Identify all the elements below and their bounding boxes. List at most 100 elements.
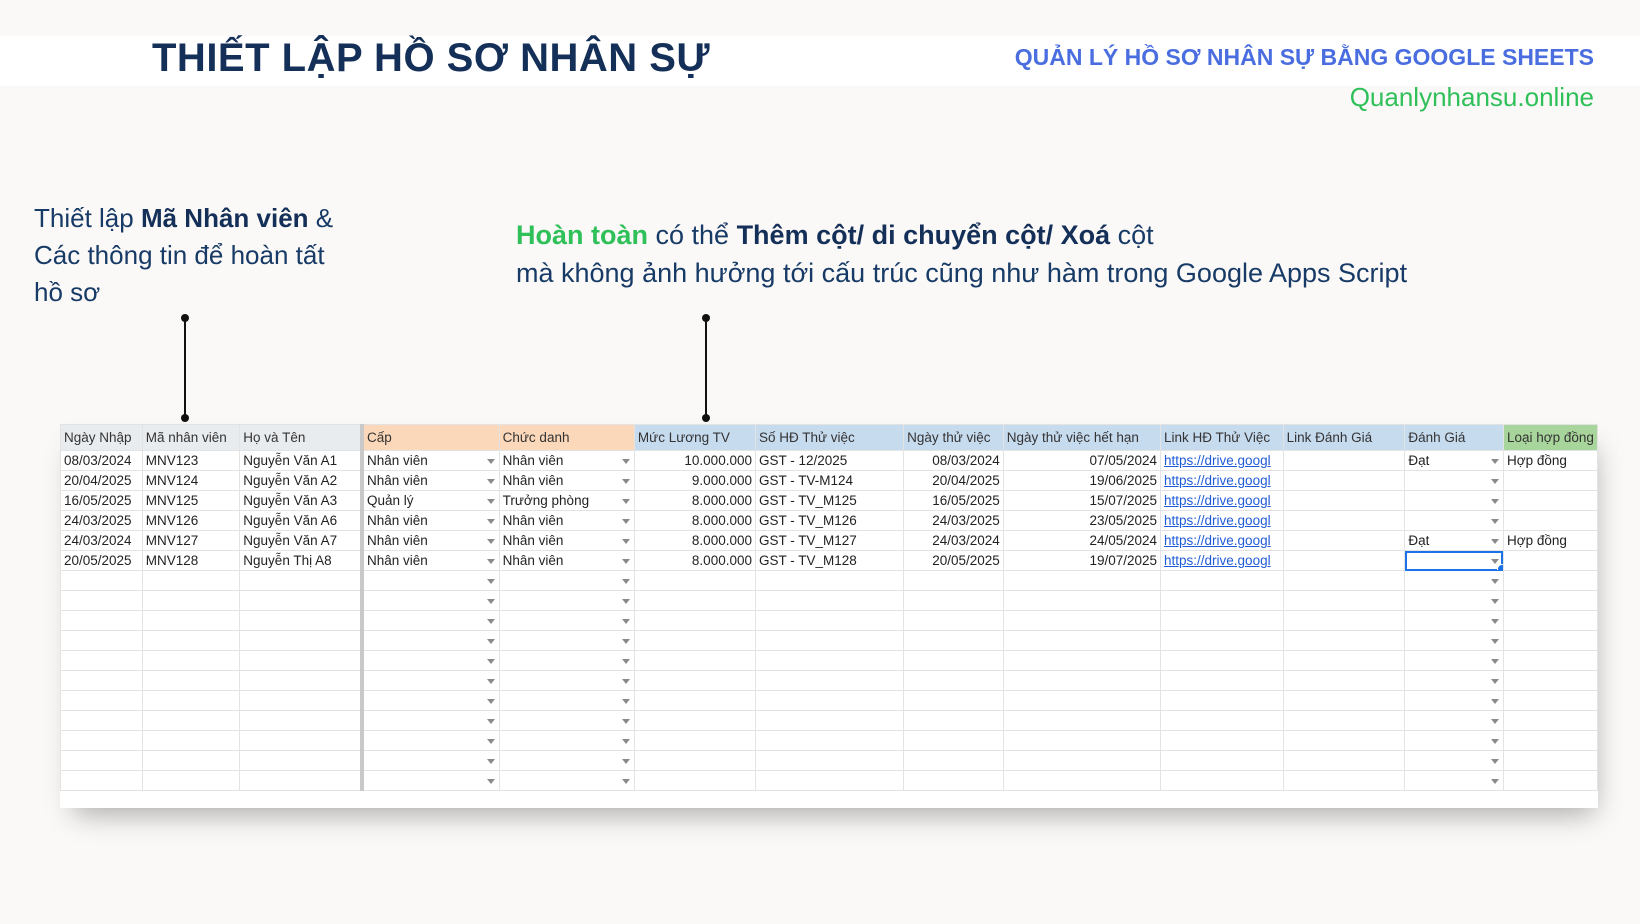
table-cell[interactable] [1282,750,1406,771]
table-cell[interactable] [1502,750,1598,771]
dropdown-cell[interactable] [361,590,500,611]
table-cell[interactable]: MNV126 [141,510,241,531]
dropdown-cell[interactable] [498,570,635,591]
table-cell[interactable]: 24/03/2024 [903,530,1004,551]
table-cell[interactable] [141,670,241,691]
dropdown-cell[interactable] [361,690,500,711]
table-cell[interactable] [60,570,143,591]
column-header[interactable]: Họ và Tên [239,424,364,451]
table-cell[interactable] [754,670,905,691]
table-cell[interactable]: GST - TV-M124 [754,470,905,491]
table-cell[interactable]: Nguyễn Văn A2 [239,470,364,491]
table-cell[interactable] [1282,770,1406,791]
table-cell[interactable] [1002,610,1162,631]
column-header[interactable]: Ngày Nhập [60,424,143,451]
table-cell[interactable] [633,730,756,751]
table-cell[interactable] [633,650,756,671]
table-cell[interactable] [633,710,756,731]
dropdown-cell[interactable] [361,730,500,751]
table-cell[interactable] [1502,670,1598,691]
table-cell[interactable]: MNV125 [141,490,241,511]
dropdown-cell[interactable] [361,610,500,631]
table-cell[interactable] [1002,750,1162,771]
table-cell[interactable] [141,690,241,711]
dropdown-cell[interactable] [1404,730,1504,751]
dropdown-cell[interactable]: Nhân viên [498,470,635,491]
dropdown-cell[interactable] [1404,470,1504,491]
column-header[interactable]: Loại hợp đồng [1502,424,1598,451]
dropdown-cell[interactable] [498,690,635,711]
table-cell[interactable] [1160,710,1284,731]
column-header[interactable]: Chức danh [498,424,635,451]
table-cell[interactable]: 8.000.000 [633,510,756,531]
table-cell[interactable]: 8.000.000 [633,530,756,551]
table-cell[interactable] [1002,710,1162,731]
dropdown-cell[interactable]: Quản lý [361,490,500,511]
table-cell[interactable] [1282,610,1406,631]
table-cell[interactable] [633,630,756,651]
table-cell[interactable] [1282,510,1406,531]
table-cell[interactable]: 9.000.000 [633,470,756,491]
table-cell[interactable]: Nguyễn Văn A1 [239,450,364,471]
dropdown-cell[interactable] [498,710,635,731]
table-cell[interactable]: Nguyễn Văn A7 [239,530,364,551]
dropdown-cell[interactable] [361,710,500,731]
column-header[interactable]: Ngày thử việc hết hạn [1002,424,1162,451]
table-cell[interactable] [1160,570,1284,591]
table-cell[interactable] [1502,610,1598,631]
dropdown-cell[interactable] [498,770,635,791]
table-cell[interactable] [239,690,364,711]
column-header[interactable]: Cấp [361,424,500,451]
table-cell[interactable] [1502,510,1598,531]
table-cell[interactable] [903,670,1004,691]
dropdown-cell[interactable] [1404,610,1504,631]
table-cell[interactable] [1282,650,1406,671]
dropdown-cell[interactable] [361,650,500,671]
table-cell[interactable]: 24/05/2024 [1002,530,1162,551]
table-cell[interactable] [754,690,905,711]
table-cell[interactable] [633,610,756,631]
table-cell[interactable] [1002,770,1162,791]
table-cell[interactable] [1160,770,1284,791]
table-cell[interactable]: MNV124 [141,470,241,491]
dropdown-cell[interactable]: Trưởng phòng [498,490,635,511]
table-cell[interactable] [903,690,1004,711]
table-cell[interactable]: 8.000.000 [633,550,756,571]
table-cell[interactable] [754,590,905,611]
table-cell[interactable] [60,770,143,791]
table-cell[interactable] [1282,470,1406,491]
table-cell[interactable] [1502,710,1598,731]
table-cell[interactable] [1002,570,1162,591]
table-cell[interactable] [60,750,143,771]
table-cell[interactable] [903,730,1004,751]
table-cell[interactable] [1282,530,1406,551]
dropdown-cell[interactable] [1404,750,1504,771]
dropdown-cell[interactable]: Nhân viên [361,450,500,471]
table-cell[interactable] [754,710,905,731]
dropdown-cell[interactable]: Nhân viên [361,550,500,571]
dropdown-cell[interactable]: Nhân viên [498,450,635,471]
table-cell[interactable]: 16/05/2025 [60,490,143,511]
table-cell[interactable]: GST - TV_M125 [754,490,905,511]
table-cell[interactable] [239,590,364,611]
link-cell[interactable]: https://drive.googl [1160,470,1284,491]
table-cell[interactable]: Nguyễn Văn A6 [239,510,364,531]
table-cell[interactable] [239,650,364,671]
table-cell[interactable]: 20/04/2025 [60,470,143,491]
column-header[interactable]: Số HĐ Thử việc [754,424,905,451]
dropdown-cell[interactable] [498,630,635,651]
table-cell[interactable]: 15/07/2025 [1002,490,1162,511]
column-header[interactable]: Mức Lương TV [633,424,756,451]
link-cell[interactable]: https://drive.googl [1160,510,1284,531]
dropdown-cell[interactable]: Đạt [1404,450,1504,471]
table-cell[interactable] [60,610,143,631]
dropdown-cell[interactable] [1404,630,1504,651]
dropdown-cell[interactable] [498,590,635,611]
table-cell[interactable] [239,610,364,631]
table-cell[interactable] [141,650,241,671]
table-cell[interactable] [1282,670,1406,691]
table-cell[interactable]: 20/04/2025 [903,470,1004,491]
table-cell[interactable] [1282,630,1406,651]
table-cell[interactable] [1282,590,1406,611]
table-cell[interactable] [1282,450,1406,471]
